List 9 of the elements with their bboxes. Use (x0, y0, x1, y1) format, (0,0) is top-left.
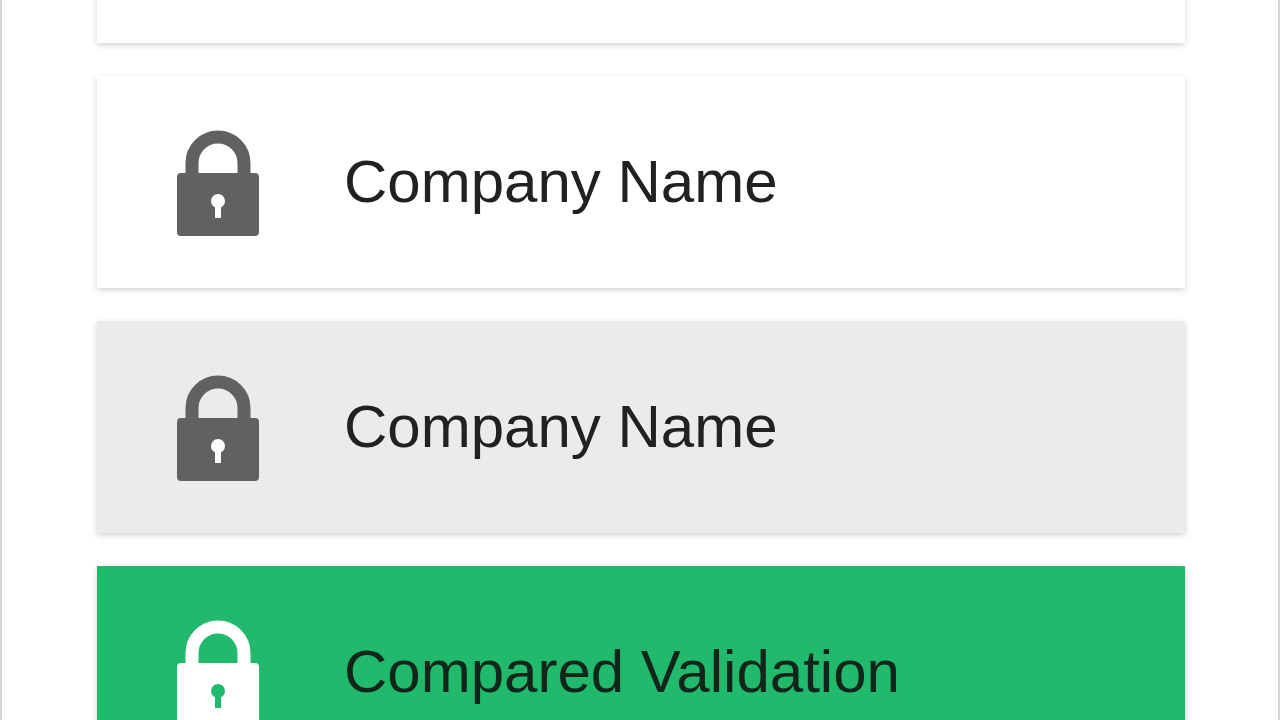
card-label: Company Name (344, 397, 778, 457)
list-card[interactable]: Compared Validation (97, 566, 1185, 720)
lock-icon (176, 373, 260, 481)
lock-icon (176, 618, 260, 720)
list-card[interactable]: Company Name (97, 76, 1185, 288)
list-card[interactable]: Company Name (97, 321, 1185, 533)
card-label: Compared Validation (344, 642, 900, 702)
card-label: Company Name (344, 152, 778, 212)
lock-icon (176, 128, 260, 236)
